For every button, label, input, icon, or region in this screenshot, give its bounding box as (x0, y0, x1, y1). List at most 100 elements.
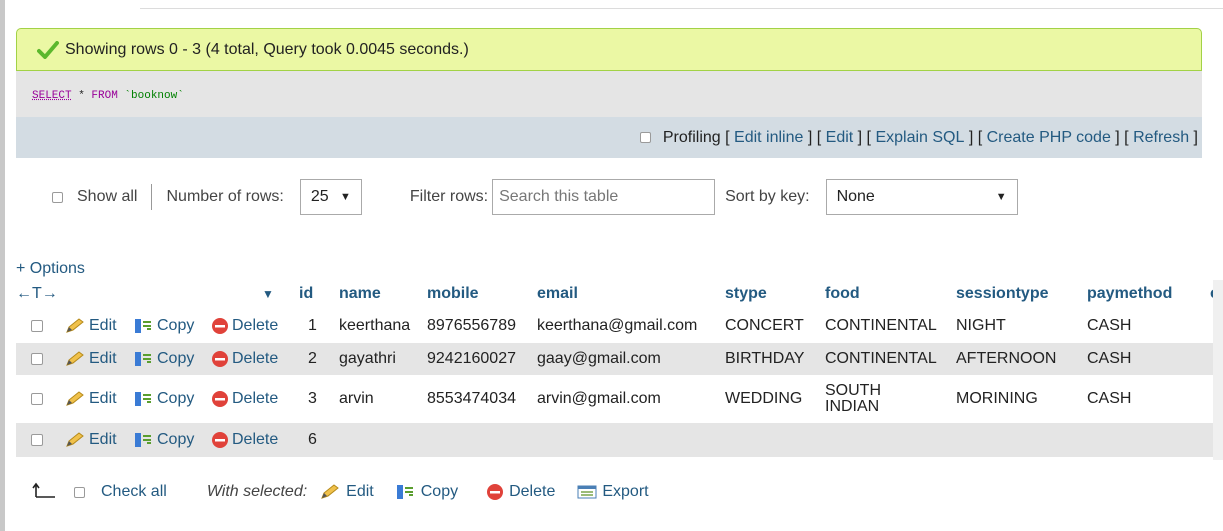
table-row: Edit Copy Delete 2 gayathri 9242160027 g… (16, 343, 1223, 375)
cell-id: 3 (308, 390, 317, 407)
row-checkbox[interactable] (31, 353, 43, 365)
table-row: Edit Copy Delete 6 0 (16, 423, 1223, 457)
horizontal-scroll-edge[interactable] (1213, 280, 1223, 460)
copy-icon (135, 392, 151, 406)
profiling-checkbox[interactable] (639, 132, 651, 143)
row-edit-link[interactable]: Edit (64, 350, 117, 368)
sort-by-key-label: Sort by key: (725, 188, 810, 205)
export-icon (577, 485, 597, 499)
bulk-export-button[interactable]: Export (577, 483, 649, 501)
nav-separator (151, 184, 153, 210)
check-all-checkbox[interactable] (74, 486, 85, 498)
pencil-icon (66, 351, 84, 366)
profiling-label: Profiling (662, 128, 721, 146)
dropdown-arrow-icon: ▼ (339, 191, 351, 203)
row-copy-link[interactable]: Copy (134, 350, 194, 368)
row-checkbox[interactable] (31, 320, 43, 332)
bulk-actions-bar: Check all With selected: Edit Copy Delet… (32, 478, 649, 506)
column-header-food[interactable]: food (825, 281, 860, 307)
with-selected-label: With selected: (206, 483, 308, 500)
row-edit-link[interactable]: Edit (64, 431, 117, 449)
cell-name: gayathri (339, 350, 396, 367)
cell-mobile: 8976556789 (427, 317, 516, 334)
cell-sessiontype: MORINING (956, 390, 1038, 407)
sql-from-keyword: FROM (91, 90, 118, 102)
cell-id: 6 (308, 431, 317, 448)
cell-food-line2: INDIAN (825, 398, 880, 415)
show-all-checkbox[interactable] (52, 191, 63, 203)
column-header-mobile[interactable]: mobile (427, 281, 479, 307)
filter-rows-input[interactable]: Search this table (492, 179, 716, 215)
copy-icon (135, 352, 151, 366)
top-divider (140, 8, 1223, 9)
sql-table-name: `booknow` (117, 90, 184, 102)
cell-paymethod: CASH (1087, 350, 1132, 367)
left-border (0, 0, 5, 531)
row-checkbox[interactable] (31, 434, 43, 446)
options-link[interactable]: + Options (16, 260, 85, 278)
column-header-id[interactable]: id (299, 281, 313, 307)
row-checkbox[interactable] (31, 393, 43, 405)
row-edit-link[interactable]: Edit (64, 390, 117, 408)
cell-stype: CONCERT (725, 317, 804, 334)
delete-icon (487, 484, 504, 500)
row-delete-link[interactable]: Delete (211, 350, 278, 368)
edit-link[interactable]: Edit (826, 129, 854, 147)
sql-select-keyword[interactable]: SELECT (32, 90, 72, 102)
pencil-icon (321, 484, 339, 499)
copy-icon (135, 319, 151, 333)
filter-placeholder: Search this table (499, 188, 619, 205)
cell-mobile: 8553474034 (427, 390, 516, 407)
column-header-name[interactable]: name (339, 281, 381, 307)
query-toolbar: Profiling [ Edit inline ] [ Edit ] [ Exp… (16, 117, 1202, 158)
success-message-text: Showing rows 0 - 3 (4 total, Query took … (65, 40, 469, 58)
refresh-link[interactable]: Refresh (1133, 129, 1189, 147)
check-all-label[interactable]: Check all (101, 483, 167, 501)
number-of-rows-value: 25 (310, 188, 329, 205)
row-edit-link[interactable]: Edit (64, 317, 117, 335)
create-php-code-link[interactable]: Create PHP code (987, 129, 1111, 147)
cell-sessiontype: AFTERNOON (956, 350, 1057, 367)
column-header-paymethod[interactable]: paymethod (1087, 281, 1172, 307)
cell-stype: BIRTHDAY (725, 350, 805, 367)
navigation-bar: Show all Number of rows: 25 ▼ Filter row… (52, 176, 1102, 218)
number-of-rows-select[interactable]: 25 ▼ (299, 179, 362, 215)
show-all-label: Show all (77, 188, 138, 205)
sort-triangle-icon[interactable]: ▼ (262, 281, 274, 307)
sort-by-key-select[interactable]: None ▼ (825, 179, 1018, 215)
cell-sessiontype: NIGHT (956, 317, 1006, 334)
row-delete-link[interactable]: Delete (211, 431, 278, 449)
row-copy-link[interactable]: Copy (134, 317, 194, 335)
delete-icon (212, 432, 228, 448)
cell-food: SOUTH INDIAN (825, 377, 881, 421)
explain-sql-link[interactable]: Explain SQL (875, 129, 964, 147)
cell-email: gaay@gmail.com (537, 350, 661, 367)
column-header-stype[interactable]: stype (725, 281, 767, 307)
cell-email: keerthana@gmail.com (537, 317, 698, 334)
row-copy-link[interactable]: Copy (134, 390, 194, 408)
pencil-icon (66, 432, 84, 447)
cell-email: arvin@gmail.com (537, 390, 661, 407)
column-header-sessiontype[interactable]: sessiontype (956, 281, 1048, 307)
column-resize-arrows[interactable]: ←T→ (16, 281, 58, 307)
row-copy-link[interactable]: Copy (134, 431, 194, 449)
pencil-icon (66, 391, 84, 406)
row-delete-link[interactable]: Delete (211, 390, 278, 408)
cell-paymethod: CASH (1087, 317, 1132, 334)
table-row: Edit Copy Delete 1 keerthana 8976556789 … (16, 311, 1223, 341)
bulk-copy-button[interactable]: Copy (396, 483, 458, 501)
cell-food: CONTINENTAL (825, 317, 937, 334)
edit-inline-link[interactable]: Edit inline (734, 129, 803, 147)
bulk-edit-button[interactable]: Edit (319, 483, 374, 501)
cell-paymethod: CASH (1087, 390, 1132, 407)
filter-rows-label: Filter rows: (409, 188, 489, 205)
table-row: Edit Copy Delete 3 arvin 8553474034 arvi… (16, 377, 1223, 421)
bulk-delete-button[interactable]: Delete (486, 483, 555, 501)
cell-food: CONTINENTAL (825, 350, 937, 367)
row-delete-link[interactable]: Delete (211, 317, 278, 335)
column-header-email[interactable]: email (537, 281, 578, 307)
table-header-row: ←T→ ▼ id name mobile email stype food se… (16, 281, 1223, 307)
cell-id: 1 (308, 317, 317, 334)
cell-id: 2 (308, 350, 317, 367)
checkmark-icon (37, 41, 59, 64)
